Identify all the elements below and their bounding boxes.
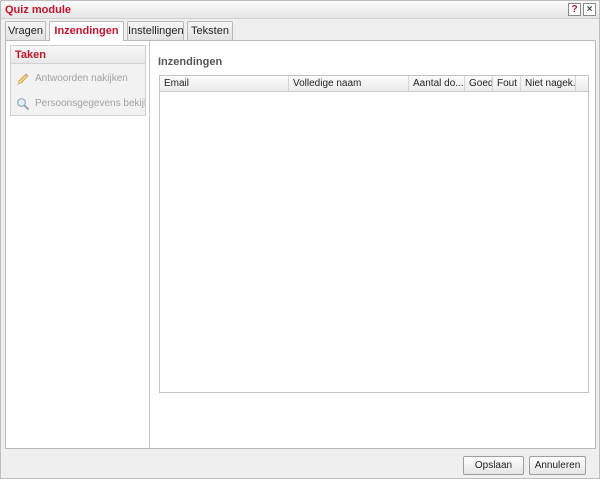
task-label: Persoonsgegevens bekijken (35, 98, 145, 109)
pencil-icon (16, 72, 30, 86)
column-header-not-reviewed[interactable]: Niet nagek... (521, 76, 576, 91)
task-review-answers[interactable]: Antwoorden nakijken (11, 67, 145, 91)
submissions-grid[interactable]: Email Volledige naam Aantal do... Goed F… (159, 75, 589, 393)
sidebar: Taken Antwoorden nakijken Persoonsgegeve… (6, 41, 150, 448)
grid-header: Email Volledige naam Aantal do... Goed F… (160, 76, 588, 92)
title-bar[interactable]: Quiz module ? × (1, 1, 599, 19)
task-label: Antwoorden nakijken (35, 73, 128, 84)
cancel-button[interactable]: Annuleren (529, 456, 586, 475)
main-panel: Inzendingen Email Volledige naam Aantal … (151, 41, 595, 448)
help-button[interactable]: ? (568, 3, 581, 16)
tab-teksten[interactable]: Teksten (187, 21, 233, 40)
save-button[interactable]: Opslaan (463, 456, 524, 475)
tab-instellingen[interactable]: Instellingen (127, 21, 184, 40)
column-header-attempts[interactable]: Aantal do... (409, 76, 465, 91)
column-header-full-name[interactable]: Volledige naam (289, 76, 409, 91)
tasks-header: Taken (11, 46, 145, 64)
tasks-panel: Taken Antwoorden nakijken Persoonsgegeve… (10, 45, 146, 116)
column-header-correct[interactable]: Goed (465, 76, 493, 91)
close-button[interactable]: × (583, 3, 596, 16)
column-header-wrong[interactable]: Fout (493, 76, 521, 91)
column-header-email[interactable]: Email (160, 76, 289, 91)
task-view-personal-data[interactable]: Persoonsgegevens bekijken (11, 92, 145, 116)
tab-vragen[interactable]: Vragen (5, 21, 46, 40)
quiz-module-dialog: Quiz module ? × Vragen Inzendingen Inste… (0, 0, 600, 479)
magnifier-icon (16, 97, 30, 111)
window-title: Quiz module (5, 4, 71, 16)
section-title: Inzendingen (158, 56, 223, 68)
tab-inzendingen[interactable]: Inzendingen (49, 21, 124, 41)
tab-content: Taken Antwoorden nakijken Persoonsgegeve… (5, 40, 596, 449)
